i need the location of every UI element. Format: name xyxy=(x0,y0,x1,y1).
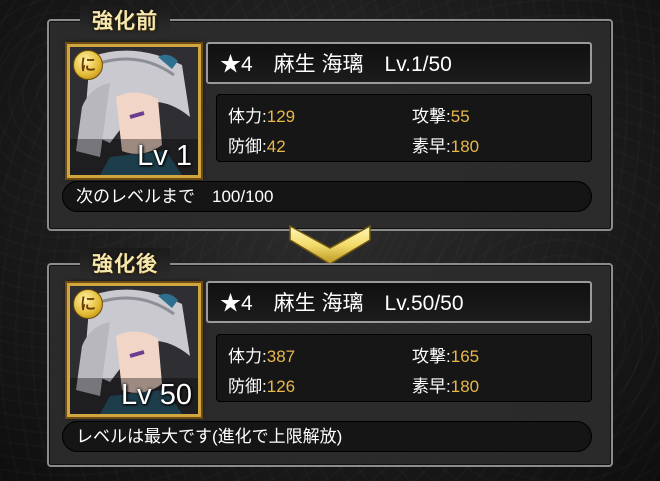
stat-hp-value: 387 xyxy=(266,347,296,366)
stat-spd-value: 180 xyxy=(450,377,480,396)
before-stats-box: 体力:129 攻撃:55 防御:42 素早:180 xyxy=(216,94,592,162)
portrait-level-label: Lv 1 xyxy=(137,140,192,172)
stat-atk-value: 55 xyxy=(450,107,470,126)
after-max-level-message: レベルは最大です(進化で上限解放) xyxy=(62,421,592,452)
chevron-down-icon xyxy=(289,224,371,265)
stat-hp-label: 体力: xyxy=(228,347,267,366)
after-character-portrait[interactable]: に Lv 50 xyxy=(67,283,201,417)
before-section-title: 強化前 xyxy=(80,5,170,37)
stat-def-value: 42 xyxy=(266,137,286,156)
attribute-badge: に xyxy=(73,50,103,80)
after-section-title: 強化後 xyxy=(80,248,170,280)
stat-hp-label: 体力: xyxy=(228,107,267,126)
after-stats-box: 体力:387 攻撃:165 防御:126 素早:180 xyxy=(216,334,592,402)
stat-atk: 攻撃:55 xyxy=(412,102,470,127)
stat-spd: 素早:180 xyxy=(412,132,479,157)
stat-hp: 体力:129 xyxy=(228,102,295,127)
stat-spd-value: 180 xyxy=(450,137,480,156)
stat-def-label: 防御: xyxy=(228,137,267,156)
stat-spd-label: 素早: xyxy=(412,137,451,156)
attribute-badge: に xyxy=(73,289,103,319)
before-character-portrait[interactable]: に Lv 1 xyxy=(67,44,201,178)
before-name-level-box: ★4 麻生 海璃 Lv.1/50 xyxy=(206,42,592,84)
stat-def: 防御:126 xyxy=(228,372,295,397)
stat-hp: 体力:387 xyxy=(228,342,295,367)
stat-atk-label: 攻撃: xyxy=(412,107,451,126)
stat-atk: 攻撃:165 xyxy=(412,342,479,367)
stat-hp-value: 129 xyxy=(266,107,296,126)
after-name-level-box: ★4 麻生 海璃 Lv.50/50 xyxy=(206,281,592,323)
stat-def: 防御:42 xyxy=(228,132,286,157)
stat-spd-label: 素早: xyxy=(412,377,451,396)
stat-atk-value: 165 xyxy=(450,347,480,366)
portrait-level-label: Lv 50 xyxy=(121,379,192,411)
stat-spd: 素早:180 xyxy=(412,372,479,397)
stat-atk-label: 攻撃: xyxy=(412,347,451,366)
stat-def-label: 防御: xyxy=(228,377,267,396)
before-next-level-message: 次のレベルまで 100/100 xyxy=(62,181,592,212)
stat-def-value: 126 xyxy=(266,377,296,396)
